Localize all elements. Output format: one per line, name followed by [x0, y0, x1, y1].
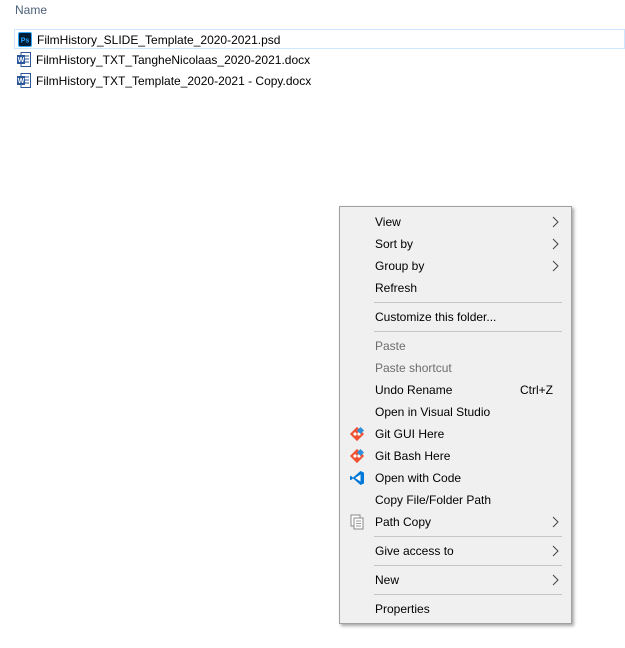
menu-separator [374, 302, 562, 303]
menu-separator [374, 594, 562, 595]
menu-item-undo-rename[interactable]: Undo Rename Ctrl+Z [342, 379, 569, 401]
chevron-right-icon [552, 216, 559, 228]
git-icon [349, 426, 365, 442]
menu-item-refresh[interactable]: Refresh [342, 277, 569, 299]
menu-item-path-copy[interactable]: Path Copy [342, 511, 569, 533]
chevron-right-icon [552, 260, 559, 272]
menu-separator [374, 565, 562, 566]
menu-item-label: Paste [375, 339, 406, 353]
file-name: FilmHistory_TXT_Template_2020-2021 - Cop… [36, 74, 312, 88]
menu-item-paste[interactable]: Paste [342, 335, 569, 357]
file-row[interactable]: Ps FilmHistory_SLIDE_Template_2020-2021.… [14, 29, 625, 49]
menu-item-new[interactable]: New [342, 569, 569, 591]
git-icon [349, 448, 365, 464]
menu-item-copy-file-folder-path[interactable]: Copy File/Folder Path [342, 489, 569, 511]
menu-item-label: Open with Code [375, 471, 462, 485]
vscode-icon [350, 471, 364, 485]
file-row[interactable]: W FilmHistory_TXT_TangheNicolaas_2020-20… [14, 50, 625, 70]
menu-separator [374, 331, 562, 332]
file-row[interactable]: W FilmHistory_TXT_Template_2020-2021 - C… [14, 71, 625, 91]
menu-item-sort-by[interactable]: Sort by [342, 233, 569, 255]
svg-text:Ps: Ps [21, 38, 30, 45]
sort-indicator-icon: ⌃ [291, 0, 299, 6]
menu-separator [374, 536, 562, 537]
menu-item-label: Paste shortcut [375, 361, 452, 375]
menu-item-open-in-visual-studio[interactable]: Open in Visual Studio [342, 401, 569, 423]
menu-item-label: Copy File/Folder Path [375, 493, 492, 507]
menu-item-label: View [375, 215, 401, 229]
menu-item-label: New [375, 573, 400, 587]
menu-item-open-with-code[interactable]: Open with Code [342, 467, 569, 489]
menu-item-label: Refresh [375, 281, 418, 295]
menu-item-view[interactable]: View [342, 211, 569, 233]
word-file-icon: W [17, 52, 31, 67]
file-name: FilmHistory_SLIDE_Template_2020-2021.psd [37, 33, 281, 47]
menu-item-git-bash-here[interactable]: Git Bash Here [342, 445, 569, 467]
path-copy-icon [350, 514, 364, 530]
menu-item-label: Properties [375, 602, 430, 616]
menu-item-label: Path Copy [375, 515, 432, 529]
menu-item-properties[interactable]: Properties [342, 598, 569, 620]
menu-item-group-by[interactable]: Group by [342, 255, 569, 277]
menu-item-label: Git GUI Here [375, 427, 445, 441]
menu-item-label: Sort by [375, 237, 414, 251]
svg-text:W: W [18, 78, 25, 85]
menu-item-label: Give access to [375, 544, 454, 558]
context-menu: View Sort by Group by Refresh Customize … [339, 206, 572, 624]
menu-item-label: Customize this folder... [375, 310, 497, 324]
svg-text:W: W [18, 57, 25, 64]
chevron-right-icon [552, 516, 559, 528]
name-column-header[interactable]: Name [15, 3, 47, 17]
menu-item-label: Undo Rename [375, 383, 453, 397]
photoshop-file-icon: Ps [18, 32, 32, 47]
column-header: Name ⌃ [0, 0, 625, 20]
chevron-right-icon [552, 545, 559, 557]
chevron-right-icon [552, 574, 559, 586]
menu-item-label: Group by [375, 259, 425, 273]
menu-item-shortcut: Ctrl+Z [520, 383, 553, 397]
word-file-icon: W [17, 73, 31, 88]
menu-item-paste-shortcut[interactable]: Paste shortcut [342, 357, 569, 379]
menu-item-customize-folder[interactable]: Customize this folder... [342, 306, 569, 328]
menu-item-label: Open in Visual Studio [375, 405, 491, 419]
file-name: FilmHistory_TXT_TangheNicolaas_2020-2021… [36, 53, 311, 67]
menu-item-git-gui-here[interactable]: Git GUI Here [342, 423, 569, 445]
menu-item-give-access-to[interactable]: Give access to [342, 540, 569, 562]
menu-item-label: Git Bash Here [375, 449, 451, 463]
chevron-right-icon [552, 238, 559, 250]
